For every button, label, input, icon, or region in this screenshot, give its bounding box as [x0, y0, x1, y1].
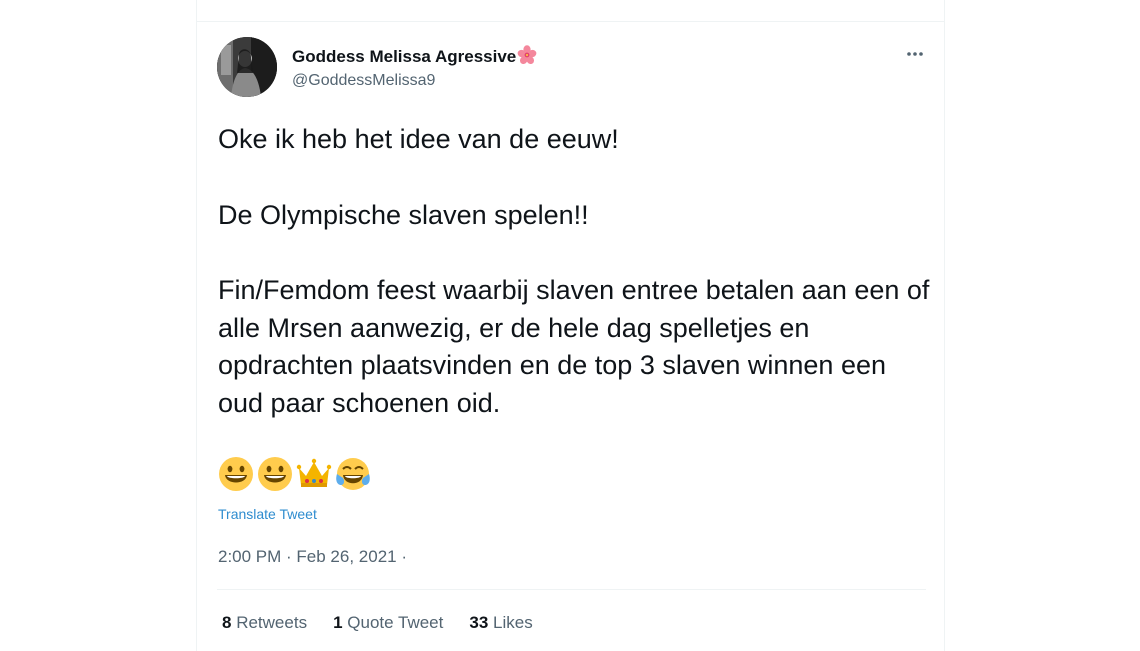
quotes-label: Quote Tweet [347, 613, 444, 632]
tweet-timestamp[interactable]: 2:00 PM · Feb 26, 2021 · [218, 547, 407, 567]
hibiscus-icon [517, 45, 537, 70]
crown-icon [296, 456, 332, 492]
stats-divider [217, 589, 926, 590]
tears-of-joy-icon [335, 456, 371, 492]
author-name-text: Goddess Melissa Agressive [292, 47, 517, 66]
tweet-card: Goddess Melissa Agressive @GoddessMeliss… [196, 0, 945, 651]
tweet-paragraph: De Olympische slaven spelen!! [218, 199, 589, 230]
avatar[interactable] [217, 37, 277, 97]
retweets-count: 8 [222, 613, 232, 632]
quotes-count: 1 [333, 613, 343, 632]
tweet-stats: 8 Retweets 1 Quote Tweet 33 Likes [222, 613, 533, 633]
emoji-row [218, 456, 371, 492]
quote-tweets-stat[interactable]: 1 Quote Tweet [333, 613, 443, 633]
author-display-name[interactable]: Goddess Melissa Agressive [292, 45, 537, 70]
likes-count: 33 [469, 613, 489, 632]
grinning-face-icon [257, 456, 293, 492]
likes-label: Likes [493, 613, 533, 632]
top-divider [197, 21, 944, 22]
more-options-icon[interactable] [901, 44, 929, 64]
retweets-stat[interactable]: 8 Retweets [222, 613, 307, 633]
retweets-label: Retweets [236, 613, 308, 632]
translate-tweet-link[interactable]: Translate Tweet [218, 506, 317, 522]
tweet-text: Oke ik heb het idee van de eeuw! De Olym… [218, 121, 938, 422]
tweet-paragraph: Fin/Femdom feest waarbij slaven entree b… [218, 275, 930, 418]
likes-stat[interactable]: 33 Likes [469, 613, 532, 633]
author-handle[interactable]: @GoddessMelissa9 [292, 72, 435, 90]
grinning-face-icon [218, 456, 254, 492]
tweet-paragraph: Oke ik heb het idee van de eeuw! [218, 124, 619, 154]
